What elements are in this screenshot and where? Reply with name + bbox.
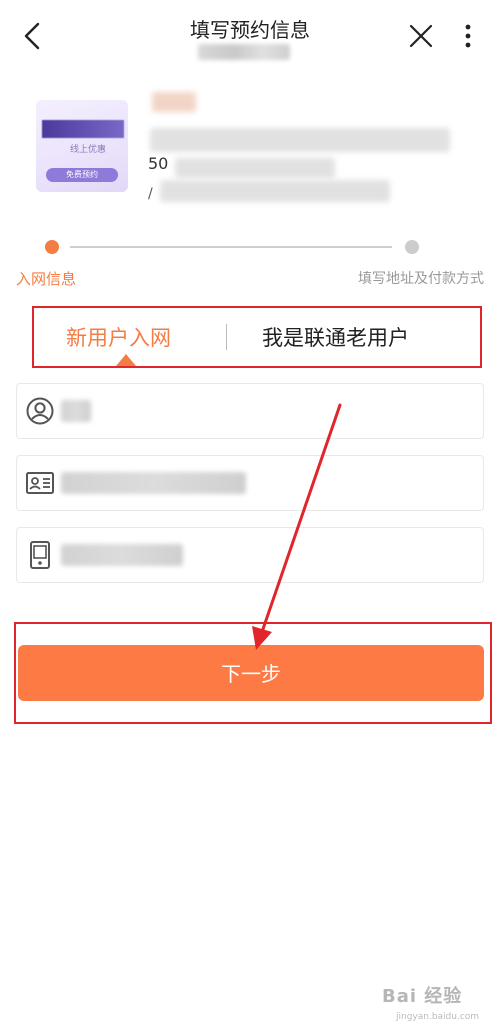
more-button[interactable]: [456, 18, 480, 54]
product-price-redacted: [160, 180, 390, 202]
step-2-dot: [405, 240, 419, 254]
header: 填写预约信息: [0, 0, 500, 80]
id-value-redacted: [61, 472, 246, 494]
watermark-text: Bai 经验: [382, 986, 463, 1007]
product-tag-redacted: [152, 92, 196, 112]
subtitle-redacted: [198, 44, 290, 60]
next-step-button[interactable]: 下一步: [18, 645, 484, 701]
name-value-redacted: [61, 400, 91, 422]
more-vertical-icon: [465, 24, 471, 48]
step-1-dot: [45, 240, 59, 254]
name-field[interactable]: [16, 383, 484, 439]
tab-existing-user[interactable]: 我是联通老用户: [262, 322, 409, 352]
product-name-redacted: [150, 128, 450, 152]
tab-divider: [226, 324, 227, 350]
product-thumbnail: 线上优惠 免费预约: [36, 100, 128, 192]
phone-value-redacted: [61, 544, 183, 566]
thumb-banner: [42, 120, 124, 138]
product-slash-fragment: /: [148, 186, 153, 202]
user-type-tabs: 新用户入网 我是联通老用户: [32, 306, 482, 368]
phone-field[interactable]: [16, 527, 484, 583]
thumb-reserve-badge: 免费预约: [46, 168, 118, 182]
baidu-watermark: Bai 经验 jingyan.baidu.com: [382, 978, 494, 1028]
thumb-caption: 线上优惠: [69, 145, 106, 155]
tab-new-user[interactable]: 新用户入网: [66, 322, 171, 352]
watermark-url: jingyan.baidu.com: [396, 1012, 480, 1022]
step-2-label: 填写地址及付款方式: [358, 271, 484, 287]
id-card-field[interactable]: [16, 455, 484, 511]
close-icon: [409, 24, 433, 48]
user-icon: [26, 397, 54, 425]
close-button[interactable]: [405, 18, 437, 54]
step-1-label: 入网信息: [16, 270, 77, 288]
phone-icon: [30, 541, 50, 569]
product-number-fragment: 50: [148, 154, 169, 173]
page: 填写预约信息 线上优惠 免费预约 50 / 入网信息 填写地址及付款方式 新用户…: [0, 0, 500, 1034]
id-card-icon: [26, 472, 54, 494]
step-connector: [70, 246, 392, 248]
product-desc-redacted: [175, 158, 335, 178]
active-tab-indicator: [116, 354, 136, 366]
